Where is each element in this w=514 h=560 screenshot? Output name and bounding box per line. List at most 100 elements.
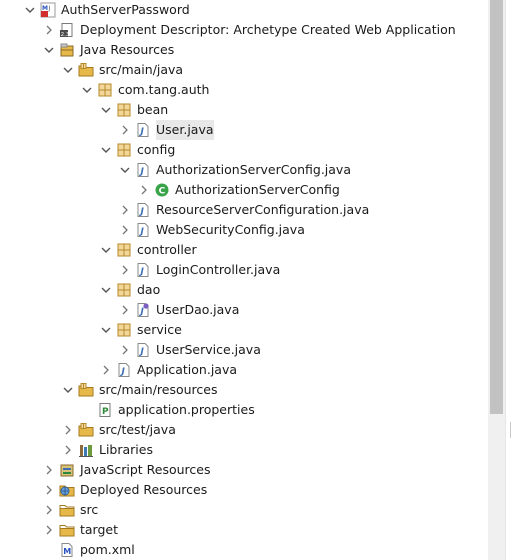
tree-item-dao[interactable]: dao — [0, 280, 488, 300]
package-icon — [116, 282, 132, 298]
tree-item-label: controller — [137, 242, 197, 257]
tree-item-authserverpassword[interactable]: M J AuthServerPassword — [0, 0, 488, 20]
java-file-icon: J — [135, 222, 151, 238]
tree-item-label: Libraries — [99, 442, 153, 457]
expand-chevron-icon[interactable] — [62, 420, 74, 440]
folder-icon — [59, 522, 75, 538]
tree-item-config[interactable]: config — [0, 140, 488, 160]
java-file-icon: J — [135, 262, 151, 278]
expand-chevron-icon[interactable] — [119, 200, 131, 220]
java-resources-icon — [59, 42, 75, 58]
libraries-icon — [78, 442, 94, 458]
collapse-chevron-icon[interactable] — [81, 80, 93, 100]
deployment-descriptor-icon: 2.3 — [59, 22, 75, 38]
svg-text:M: M — [63, 547, 71, 556]
expand-chevron-icon[interactable] — [119, 340, 131, 360]
expand-chevron-icon[interactable] — [119, 120, 131, 140]
scrollbar-thumb[interactable] — [490, 0, 503, 414]
tree-item-com-tang-auth[interactable]: com.tang.auth — [0, 80, 488, 100]
tree-item-bean[interactable]: bean — [0, 100, 488, 120]
tree-item-application-properties[interactable]: Papplication.properties — [0, 400, 488, 420]
java-file-icon: J — [135, 342, 151, 358]
tree-item-deployment-descriptor-archetype-created-web-application[interactable]: 2.3 Deployment Descriptor: Archetype Crea… — [0, 20, 488, 40]
tree-item-label: ResourceServerConfiguration.java — [156, 202, 370, 217]
expand-chevron-icon[interactable] — [43, 460, 55, 480]
folder-icon — [59, 502, 75, 518]
java-file-icon: J — [116, 362, 132, 378]
collapse-chevron-icon[interactable] — [24, 0, 36, 20]
tree-item-src[interactable]: src — [0, 500, 488, 520]
tree-item-src-main-java[interactable]: src/main/java — [0, 60, 488, 80]
vertical-scrollbar[interactable] — [488, 0, 505, 560]
tree-item-userdao-java[interactable]: J UserDao.java — [0, 300, 488, 320]
tree-item-java-resources[interactable]: Java Resources — [0, 40, 488, 60]
java-file-icon: J — [135, 162, 151, 178]
tree-item-src-test-java[interactable]: src/test/java — [0, 420, 488, 440]
tree-item-src-main-resources[interactable]: src/main/resources — [0, 380, 488, 400]
collapse-chevron-icon[interactable] — [62, 380, 74, 400]
tree-item-label: bean — [137, 102, 169, 117]
tree-item-target[interactable]: target — [0, 520, 488, 540]
svg-text:P: P — [102, 407, 109, 417]
package-icon — [97, 82, 113, 98]
tree-item-authorizationserverconfig-java[interactable]: J AuthorizationServerConfig.java — [0, 160, 488, 180]
tree-item-label: AuthorizationServerConfig.java — [156, 162, 351, 177]
tree-item-service[interactable]: service — [0, 320, 488, 340]
tree-item-authorizationserverconfig[interactable]: C AuthorizationServerConfig — [0, 180, 488, 200]
package-icon — [116, 322, 132, 338]
tree-item-label: Application.java — [137, 362, 238, 377]
tree-item-label: target — [80, 522, 119, 537]
java-file-icon: J — [135, 122, 151, 138]
tree-item-label: LoginController.java — [156, 262, 281, 277]
interface-file-icon: J — [135, 302, 151, 318]
tree-item-label: com.tang.auth — [118, 82, 210, 97]
tree-item-label: AuthorizationServerConfig — [175, 182, 340, 197]
tree-item-application-java[interactable]: J Application.java — [0, 360, 488, 380]
tree-item-user-java[interactable]: J User.java — [0, 120, 488, 140]
source-folder-icon — [78, 382, 94, 398]
tree-item-controller[interactable]: controller — [0, 240, 488, 260]
expand-chevron-icon[interactable] — [100, 360, 112, 380]
tree-item-javascript-resources[interactable]: JavaScript Resources — [0, 460, 488, 480]
source-folder-icon — [78, 62, 94, 78]
collapse-chevron-icon[interactable] — [43, 40, 55, 60]
expand-chevron-icon[interactable] — [62, 440, 74, 460]
tree-item-label: pom.xml — [80, 542, 135, 557]
tree-item-label: src/main/resources — [99, 382, 218, 397]
tree-item-deployed-resources[interactable]: Deployed Resources — [0, 480, 488, 500]
tree-item-resourceserverconfiguration-java[interactable]: J ResourceServerConfiguration.java — [0, 200, 488, 220]
collapse-chevron-icon[interactable] — [100, 320, 112, 340]
expand-chevron-icon[interactable] — [119, 220, 131, 240]
collapse-chevron-icon[interactable] — [100, 100, 112, 120]
collapse-chevron-icon[interactable] — [100, 240, 112, 260]
tree-item-label: Deployed Resources — [80, 482, 208, 497]
package-icon — [116, 102, 132, 118]
collapse-chevron-icon[interactable] — [100, 140, 112, 160]
tree-item-label: AuthServerPassword — [61, 2, 190, 17]
collapse-chevron-icon[interactable] — [100, 280, 112, 300]
tree-item-label: WebSecurityConfig.java — [156, 222, 305, 237]
tree-item-userservice-java[interactable]: J UserService.java — [0, 340, 488, 360]
collapse-chevron-icon[interactable] — [119, 160, 131, 180]
expand-chevron-icon[interactable] — [43, 520, 55, 540]
tree-item-logincontroller-java[interactable]: J LoginController.java — [0, 260, 488, 280]
expand-chevron-icon[interactable] — [43, 20, 55, 40]
deployed-resources-icon — [59, 482, 75, 498]
expand-chevron-icon[interactable] — [43, 500, 55, 520]
expand-chevron-icon[interactable] — [138, 180, 150, 200]
tree-item-pom-xml[interactable]: Mpom.xml — [0, 540, 488, 560]
expand-chevron-icon[interactable] — [43, 480, 55, 500]
expand-chevron-icon[interactable] — [119, 260, 131, 280]
java-file-icon: J — [135, 202, 151, 218]
tree-item-label: dao — [137, 282, 161, 297]
collapse-chevron-icon[interactable] — [62, 60, 74, 80]
tree-item-label: src — [80, 502, 99, 517]
tree-item-label: src/main/java — [99, 62, 184, 77]
tree-item-label: User.java — [156, 120, 214, 140]
tree-item-label: Deployment Descriptor: Archetype Created… — [80, 22, 456, 37]
expand-chevron-icon[interactable] — [119, 300, 131, 320]
tree-item-libraries[interactable]: Libraries — [0, 440, 488, 460]
project-explorer-tree[interactable]: M J AuthServerPassword 2.3 Deployment Descri… — [0, 0, 488, 560]
tree-item-websecurityconfig-java[interactable]: J WebSecurityConfig.java — [0, 220, 488, 240]
package-icon — [116, 242, 132, 258]
